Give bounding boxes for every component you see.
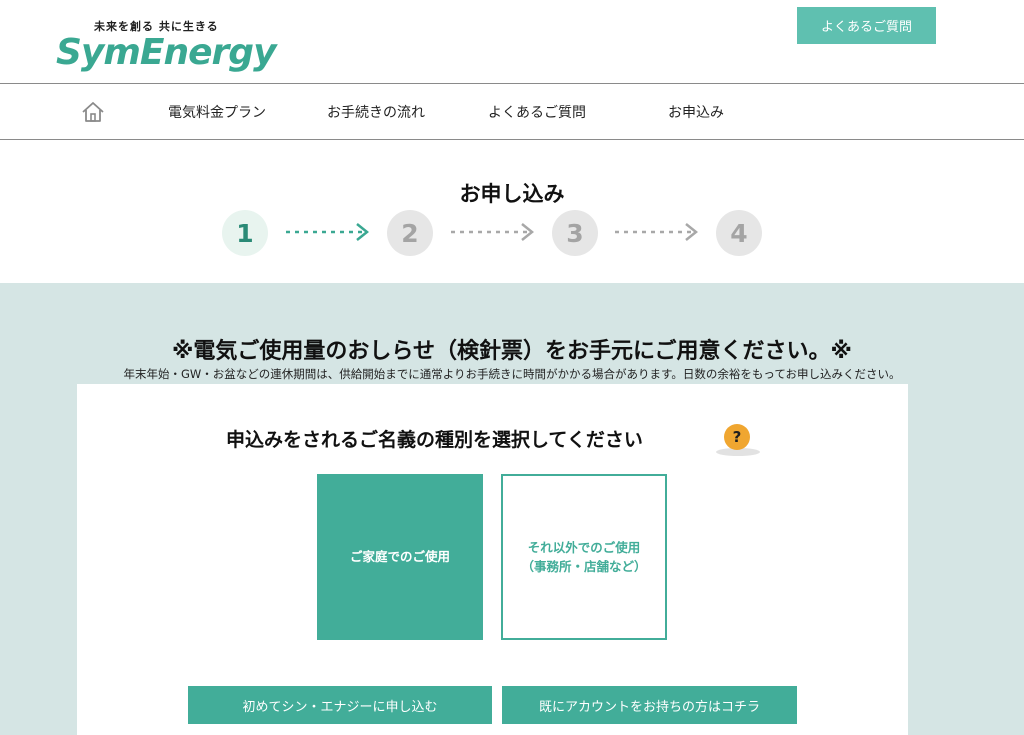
- main-nav: 電気料金プラン お手続きの流れ よくあるご質問 お申込み: [0, 84, 1024, 140]
- option-business-label: それ以外でのご使用: [527, 539, 641, 555]
- step-2: 2: [387, 210, 433, 256]
- nav-item-plans[interactable]: 電気料金プラン: [168, 84, 266, 140]
- step-arrow-icon: [451, 223, 535, 241]
- step-3: 3: [552, 210, 598, 256]
- option-business-sublabel: （事務所・店舗など）: [521, 559, 647, 574]
- site-header: 未来を創る 共に生きる SymEnergy よくあるご質問: [0, 0, 1024, 84]
- step-1: 1: [222, 210, 268, 256]
- step-arrow-icon: [615, 223, 699, 241]
- option-household-use[interactable]: ご家庭でのご使用: [317, 474, 483, 640]
- existing-account-button[interactable]: 既にアカウントをお持ちの方はコチラ: [502, 686, 797, 724]
- notice-subtitle: 年末年始・GW・お盆などの連休期間は、供給開始までに通常よりお手続きに時間がかか…: [123, 367, 901, 381]
- nav-item-apply[interactable]: お申込み: [668, 84, 724, 140]
- step-4: 4: [716, 210, 762, 256]
- selection-title: 申込みをされるご名義の種別を選択してください: [226, 429, 643, 451]
- faq-header-button[interactable]: よくあるご質問: [797, 7, 936, 44]
- page-title: お申し込み: [459, 182, 565, 206]
- nav-item-faq[interactable]: よくあるご質問: [488, 84, 586, 140]
- home-icon[interactable]: [81, 100, 105, 124]
- nav-item-procedure-flow[interactable]: お手続きの流れ: [327, 84, 425, 140]
- logo-wordmark: SymEnergy: [56, 32, 277, 73]
- help-icon[interactable]: ?: [724, 424, 750, 450]
- step-arrow-icon: [286, 223, 370, 241]
- option-household-label: ご家庭でのご使用: [349, 549, 450, 565]
- notice-title: ※電気ご使用量のおしらせ（検針票）をお手元にご用意ください。※: [172, 339, 852, 364]
- option-business-use[interactable]: それ以外でのご使用 （事務所・店舗など）: [501, 474, 667, 640]
- first-time-apply-button[interactable]: 初めてシン・エナジーに申し込む: [188, 686, 492, 724]
